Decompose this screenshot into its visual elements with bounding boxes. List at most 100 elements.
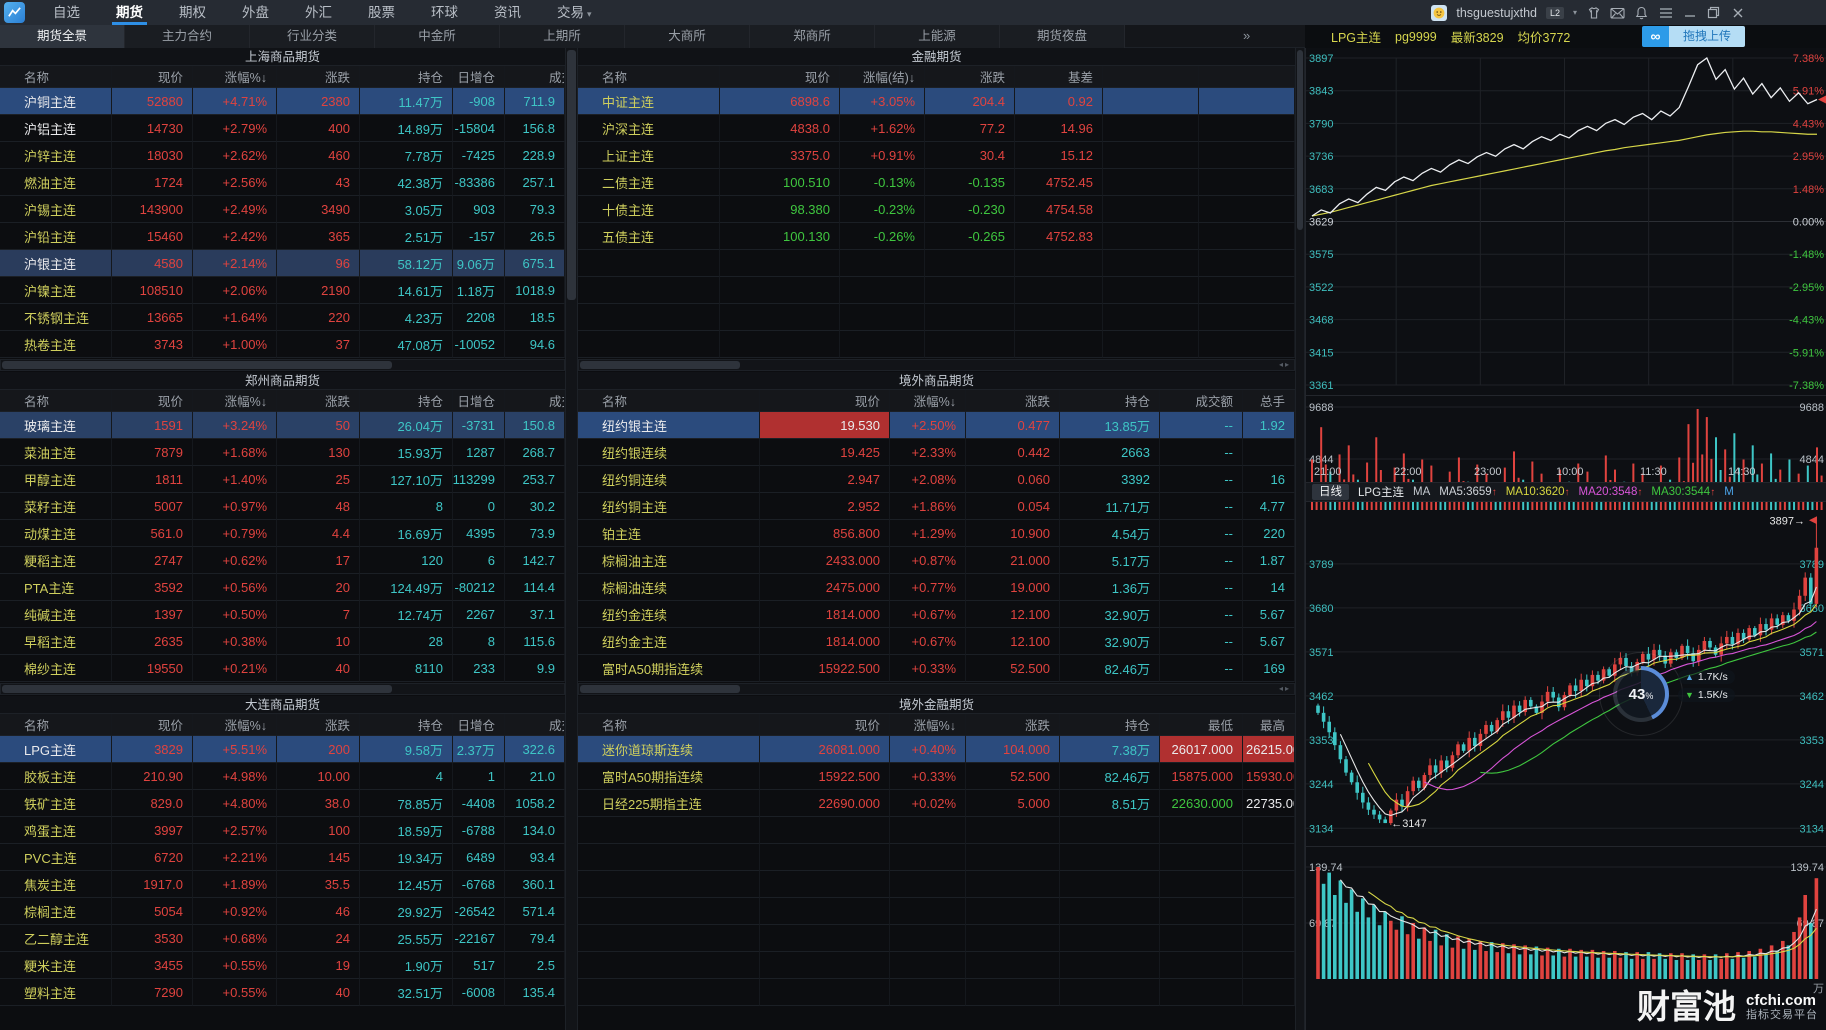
column-header[interactable]: 成交额 xyxy=(505,390,565,412)
table-row[interactable]: 棕榈油主连2433.000+0.87%21.0005.17万--1.87 xyxy=(578,547,1295,574)
table-row[interactable]: 纽约金主连1814.000+0.67%12.10032.90万--5.67 xyxy=(578,628,1295,655)
table-row[interactable]: 燃油主连1724+2.56%4342.38万-83386257.1 xyxy=(0,169,565,196)
table-row[interactable]: 鸡蛋主连3997+2.57%10018.59万-6788134.0 xyxy=(0,817,565,844)
column-header[interactable]: 最低 xyxy=(1160,714,1243,736)
cloud-upload-icon[interactable]: ∞ xyxy=(1642,26,1669,47)
table-row[interactable] xyxy=(578,979,1295,1006)
nav-tab[interactable]: 大商所 xyxy=(625,25,750,48)
table-row[interactable]: 沪镍主连108510+2.06%219014.61万1.18万1018.9 xyxy=(0,277,565,304)
column-header[interactable]: 现价 xyxy=(720,66,840,88)
table-row[interactable]: 早稻主连2635+0.38%10288115.6 xyxy=(0,628,565,655)
table-row[interactable]: 沪铝主连14730+2.79%40014.89万-15804156.8 xyxy=(0,115,565,142)
table-row[interactable]: 胶板主连210.90+4.98%10.004121.0 xyxy=(0,763,565,790)
table-row[interactable] xyxy=(578,871,1295,898)
chart-symbol[interactable]: LPG主连 xyxy=(1331,27,1381,46)
nav-tab[interactable]: 期货全景 xyxy=(0,25,125,48)
table-row[interactable]: 沪铜主连52880+4.71%238011.47万-908711.9 xyxy=(0,88,565,115)
period-tab[interactable]: 日线 xyxy=(1312,484,1349,500)
table-row[interactable]: 乙二醇主连3530+0.68%2425.55万-2216779.4 xyxy=(0,925,565,952)
table-row[interactable]: 富时A50期指连续15922.500+0.33%52.50082.46万--16… xyxy=(578,655,1295,682)
kline-chart[interactable]: 3789378936803680357135713462346233533353… xyxy=(1306,503,1826,846)
table-row[interactable]: 五债主连100.130-0.26%-0.2654752.83 xyxy=(578,223,1295,250)
intraday-chart[interactable]: 3897384337903736368336293575352234683415… xyxy=(1306,48,1826,395)
column-header[interactable]: 涨幅%↓ xyxy=(890,390,966,412)
table-row[interactable]: 棉纱主连19550+0.21%4081102339.9 xyxy=(0,655,565,682)
table-row[interactable]: 甲醇主连1811+1.40%25127.10万-113299253.7 xyxy=(0,466,565,493)
table-row[interactable]: 二债主连100.510-0.13%-0.1354752.45 xyxy=(578,169,1295,196)
column-header[interactable]: 名称 xyxy=(578,714,760,736)
table-row[interactable]: 热卷主连3743+1.00%3747.08万-1005294.6 xyxy=(0,331,565,358)
top-menu-item[interactable]: 外盘 xyxy=(224,0,287,25)
nav-tab[interactable]: 行业分类 xyxy=(250,25,375,48)
column-header[interactable]: 现价 xyxy=(112,390,193,412)
column-header[interactable]: 涨跌 xyxy=(277,390,360,412)
column-header[interactable]: 名称 xyxy=(0,714,112,736)
column-header[interactable]: 涨跌 xyxy=(925,66,1015,88)
mail-icon[interactable] xyxy=(1610,5,1625,20)
table-row[interactable]: 富时A50期指连续15922.500+0.33%52.50082.46万1587… xyxy=(578,763,1295,790)
nav-tab[interactable]: 主力合约 xyxy=(125,25,250,48)
table-row[interactable]: 焦炭主连1917.0+1.89%35.512.45万-6768360.1 xyxy=(0,871,565,898)
table-row[interactable]: 玻璃主连1591+3.24%5026.04万-3731150.8 xyxy=(0,412,565,439)
vertical-scrollbar-right[interactable] xyxy=(1295,48,1305,1030)
column-header[interactable]: 名称 xyxy=(0,66,112,88)
top-menu-item[interactable]: 外汇 xyxy=(287,0,350,25)
column-header[interactable]: 涨幅(结)↓ xyxy=(840,66,925,88)
table-row[interactable]: 纽约银主连19.530+2.50%0.47713.85万--1.92 xyxy=(578,412,1295,439)
table-row[interactable]: 纽约铜连续2.947+2.08%0.0603392--16 xyxy=(578,466,1295,493)
column-header[interactable]: 持仓 xyxy=(1060,714,1160,736)
horizontal-scrollbar[interactable] xyxy=(0,683,565,695)
table-row[interactable]: 迷你道琼斯连续26081.000+0.40%104.0007.38万26017.… xyxy=(578,736,1295,763)
table-row[interactable]: 纽约银连续19.425+2.33%0.4422663-- xyxy=(578,439,1295,466)
table-row[interactable]: 粳米主连3455+0.55%191.90万5172.5 xyxy=(0,952,565,979)
table-row[interactable]: 铂主连856.800+1.29%10.9004.54万--220 xyxy=(578,520,1295,547)
table-row[interactable]: 上证主连3375.0+0.91%30.415.12 xyxy=(578,142,1295,169)
top-menu-item[interactable]: 股票 xyxy=(350,0,413,25)
table-row[interactable]: 塑料主连7290+0.55%4032.51万-6008135.4 xyxy=(0,979,565,1006)
drag-upload-button[interactable]: 拖拽上传 xyxy=(1669,26,1745,47)
nav-tab[interactable]: 上能源 xyxy=(875,25,1000,48)
scrollbar-arrows[interactable]: ◂▸ xyxy=(1279,360,1291,370)
table-row[interactable] xyxy=(578,925,1295,952)
notification-bell-icon[interactable] xyxy=(1634,5,1649,20)
top-menu-item[interactable]: 资讯 xyxy=(476,0,539,25)
table-row[interactable]: 沪银主连4580+2.14%9658.12万9.06万675.1 xyxy=(0,250,565,277)
horizontal-scrollbar[interactable] xyxy=(0,359,565,371)
column-header[interactable]: 成交额 xyxy=(505,66,565,88)
table-row[interactable]: 铁矿主连829.0+4.80%38.078.85万-44081058.2 xyxy=(0,790,565,817)
table-row[interactable]: LPG主连3829+5.51%2009.58万2.37万322.6 xyxy=(0,736,565,763)
table-row[interactable] xyxy=(578,898,1295,925)
table-row[interactable]: 纽约金连续1814.000+0.67%12.10032.90万--5.67 xyxy=(578,601,1295,628)
column-header[interactable]: 涨幅%↓ xyxy=(890,714,966,736)
column-header[interactable]: 基差 xyxy=(1015,66,1103,88)
menu-list-icon[interactable] xyxy=(1658,5,1673,20)
table-row[interactable]: 棕榈油连续2475.000+0.77%19.0001.36万--14 xyxy=(578,574,1295,601)
column-header[interactable] xyxy=(1199,66,1295,88)
skin-icon[interactable] xyxy=(1586,5,1601,20)
restore-window-icon[interactable] xyxy=(1706,5,1721,20)
nav-tab[interactable]: 上期所 xyxy=(500,25,625,48)
username[interactable]: thsguestujxthd xyxy=(1456,6,1537,20)
table-row[interactable]: 不锈钢主连13665+1.64%2204.23万220818.5 xyxy=(0,304,565,331)
table-row[interactable] xyxy=(578,331,1295,358)
table-row[interactable] xyxy=(578,844,1295,871)
column-header[interactable]: 日增仓 xyxy=(453,714,505,736)
column-header[interactable]: 名称 xyxy=(578,66,720,88)
column-header[interactable] xyxy=(1103,66,1199,88)
column-header[interactable]: 涨跌 xyxy=(277,714,360,736)
column-header[interactable]: 总手 xyxy=(1243,390,1295,412)
table-row[interactable]: 十债主连98.380-0.23%-0.2304754.58 xyxy=(578,196,1295,223)
nav-tab[interactable]: 中金所 xyxy=(375,25,500,48)
table-row[interactable] xyxy=(578,817,1295,844)
table-row[interactable] xyxy=(578,250,1295,277)
horizontal-scrollbar[interactable]: ◂▸ xyxy=(578,683,1295,695)
column-header[interactable]: 涨跌 xyxy=(277,66,360,88)
scrollbar-arrows[interactable]: ◂▸ xyxy=(1279,684,1291,694)
column-header[interactable]: 涨跌 xyxy=(966,390,1060,412)
column-header[interactable]: 成交额 xyxy=(1160,390,1243,412)
minimize-icon[interactable] xyxy=(1682,5,1697,20)
table-row[interactable] xyxy=(578,952,1295,979)
horizontal-scrollbar[interactable]: ◂▸ xyxy=(578,359,1295,371)
top-menu-item[interactable]: 环球 xyxy=(413,0,476,25)
table-row[interactable]: 纯碱主连1397+0.50%712.74万226737.1 xyxy=(0,601,565,628)
